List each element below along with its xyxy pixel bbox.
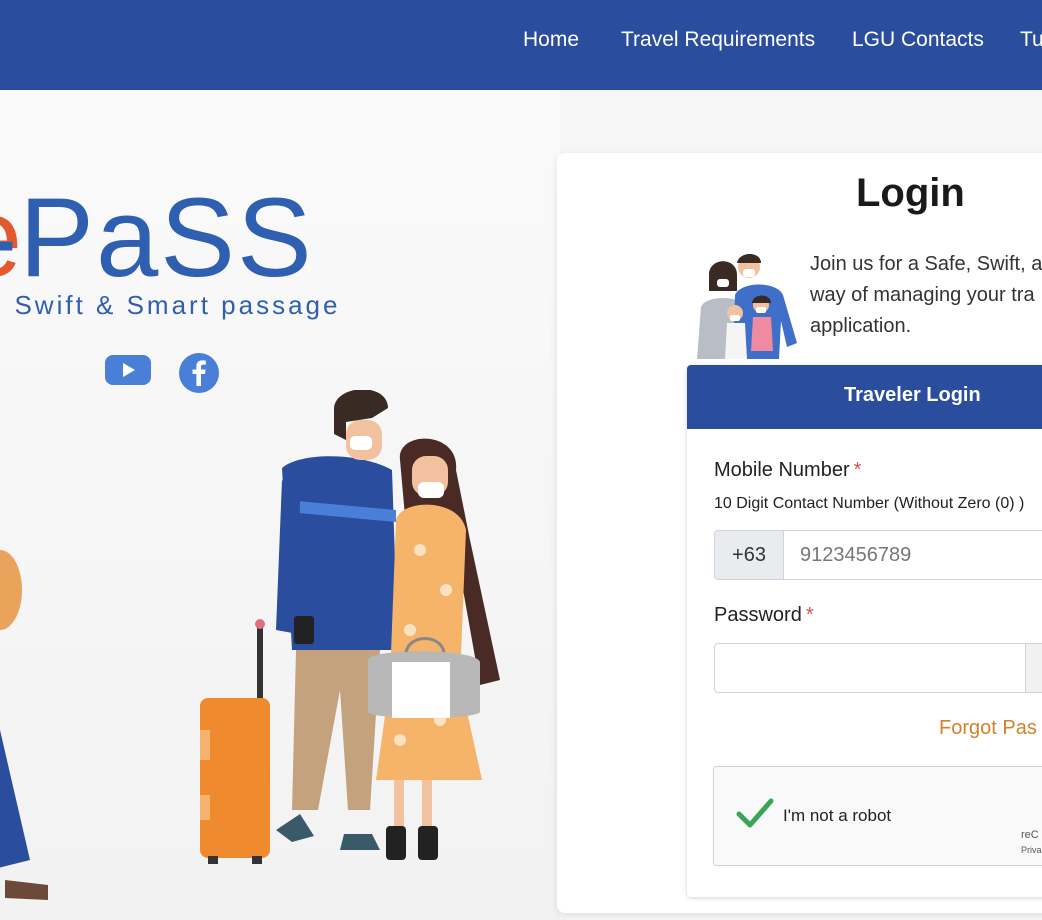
mobile-number-label: Mobile Number * (714, 459, 861, 482)
recaptcha-logo-icon (1036, 793, 1042, 823)
password-label: Password * (714, 604, 814, 627)
logo-wordmark: -PaSS (0, 175, 314, 300)
intro-line: Join us for a Safe, Swift, a (810, 253, 1042, 275)
logo-tagline: , Swift & Smart passage (0, 290, 341, 320)
travelers-illustration (0, 390, 500, 900)
intro-line: way of managing your tra (810, 284, 1035, 306)
recaptcha-brand-text: reC (1021, 829, 1039, 841)
checkmark-icon[interactable] (736, 797, 774, 829)
intro-line: application. (810, 315, 912, 337)
mobile-number-label-text: Mobile Number (714, 459, 850, 481)
password-label-text: Password (714, 604, 802, 626)
nav-home-link[interactable]: Home (523, 28, 579, 52)
login-title: Login (856, 171, 965, 215)
recaptcha-privacy-link[interactable]: Priva (1021, 845, 1042, 855)
recaptcha-widget: I'm not a robot reC Priva (713, 766, 1042, 866)
password-input[interactable] (714, 643, 1026, 693)
nav-lgu-contacts-link[interactable]: LGU Contacts (852, 28, 984, 52)
nav-travel-requirements-link[interactable]: Travel Requirements (621, 28, 815, 52)
traveler-login-panel: Traveler Login Mobile Number * 10 Digit C… (687, 365, 1042, 897)
required-asterisk: * (805, 604, 814, 626)
tab-traveler-login[interactable]: Traveler Login (687, 365, 1042, 429)
mobile-number-input[interactable] (783, 530, 1042, 580)
password-visibility-toggle[interactable] (1025, 643, 1042, 693)
required-asterisk: * (853, 459, 862, 481)
youtube-icon[interactable] (105, 353, 151, 392)
tab-traveler-login-label: Traveler Login (844, 384, 981, 406)
hero-section: e -PaSS , Swift & Smart passage (0, 90, 560, 920)
top-navbar: Home Travel Requirements LGU Contacts Tu (0, 0, 1042, 90)
nav-tutorial-link[interactable]: Tu (1020, 28, 1042, 52)
forgot-password-link[interactable]: Forgot Pas (939, 717, 1037, 740)
family-illustration (697, 254, 797, 359)
login-card: Login Join us for a Safe, Swift, a way o… (557, 153, 1042, 913)
intro-text: Join us for a Safe, Swift, a way of mana… (810, 249, 1042, 342)
country-code-prefix: +63 (714, 530, 784, 580)
mobile-helper-text: 10 Digit Contact Number (Without Zero (0… (714, 495, 1025, 512)
recaptcha-label: I'm not a robot (783, 806, 892, 825)
